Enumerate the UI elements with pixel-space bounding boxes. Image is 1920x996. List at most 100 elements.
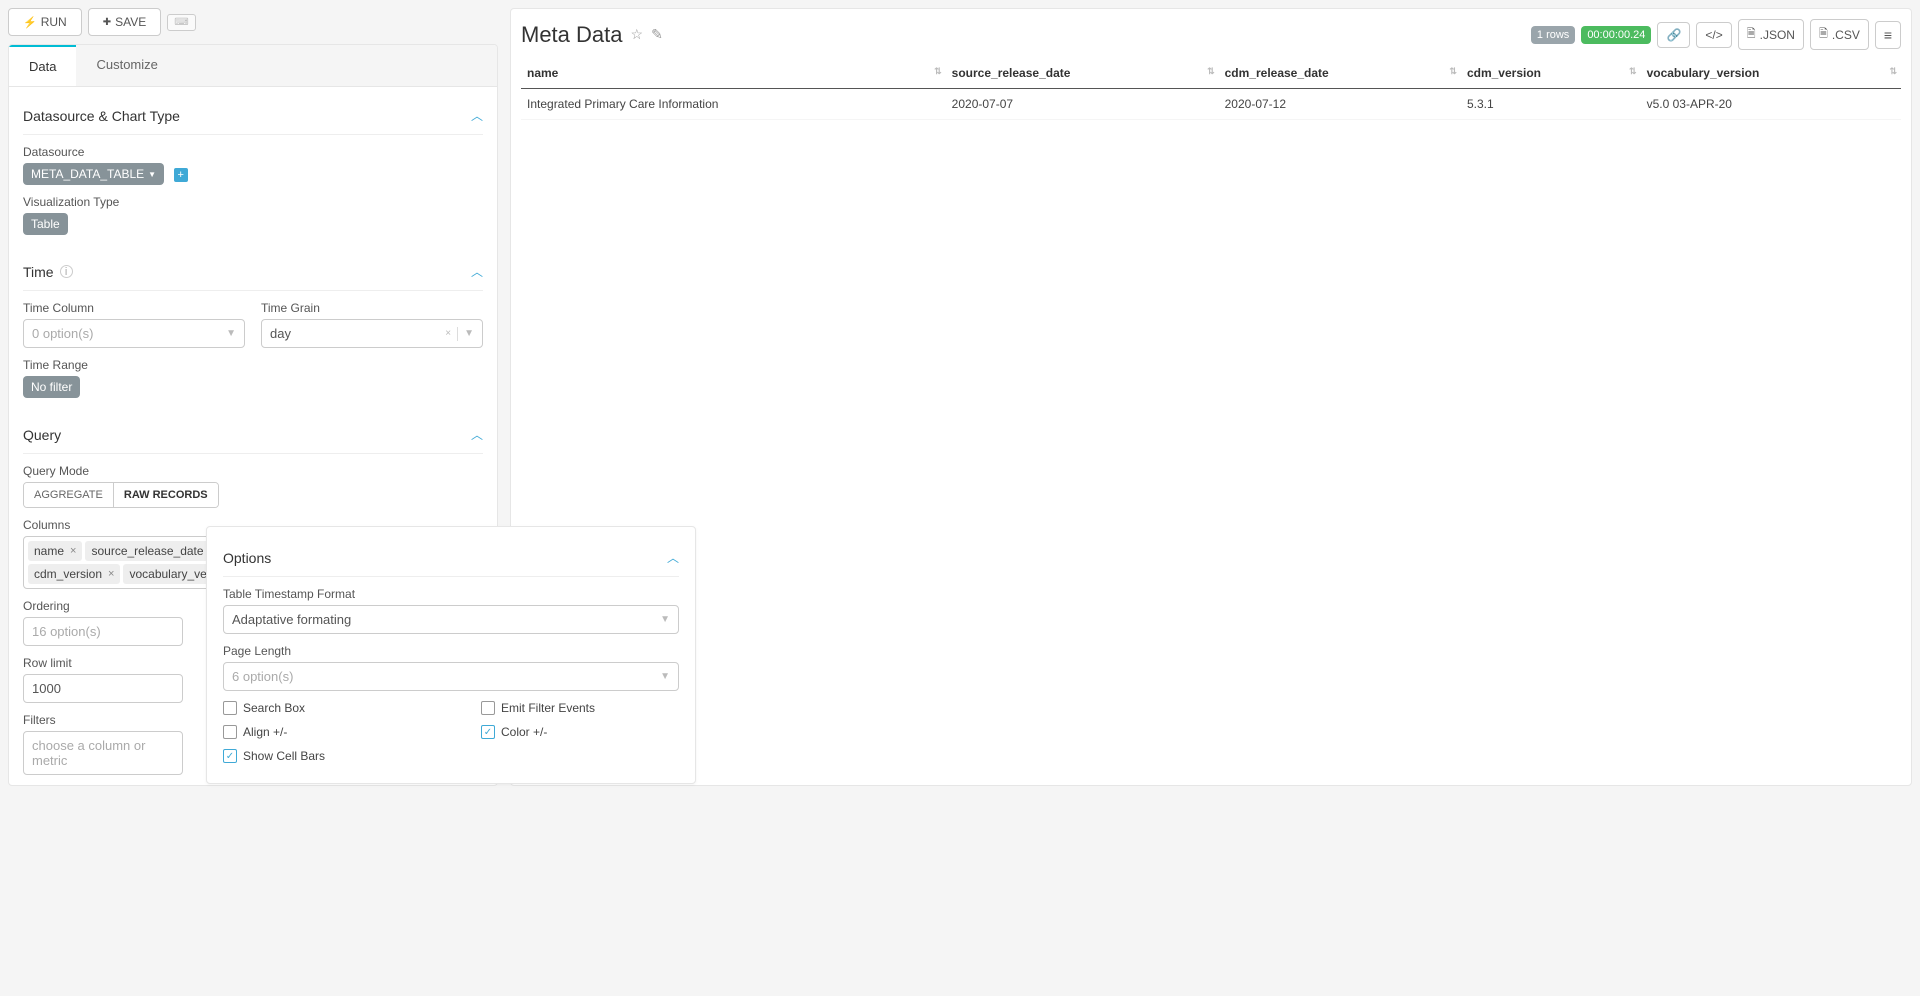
checkbox-align[interactable]: Align +/- [223, 725, 421, 739]
col-cdm-version[interactable]: cdm_version⇅ [1461, 58, 1641, 89]
export-json-button[interactable]: 🗎.JSON [1738, 19, 1804, 50]
checkbox-show-cell-bars[interactable]: Show Cell Bars [223, 749, 421, 763]
checkbox-icon [223, 749, 237, 763]
options-panel: Options ︿ Table Timestamp Format Adaptat… [206, 526, 696, 784]
export-csv-button[interactable]: 🗎.CSV [1810, 19, 1869, 50]
viz-type-label: Visualization Type [23, 195, 483, 209]
star-icon[interactable]: ☆ [631, 26, 644, 43]
checkbox-icon [223, 725, 237, 739]
section-datasource[interactable]: Datasource & Chart Type ︿ [23, 97, 483, 135]
ttf-select[interactable]: Adaptative formating ▼ [223, 605, 679, 634]
filters-select[interactable]: choose a column or metric [23, 731, 183, 775]
page-title: Meta Data [521, 22, 623, 48]
filters-placeholder: choose a column or metric [32, 738, 174, 768]
checkbox-color[interactable]: Color +/- [481, 725, 679, 739]
table-row: Integrated Primary Care Information 2020… [521, 89, 1901, 120]
embed-button[interactable]: </> [1696, 22, 1731, 48]
page-length-placeholder: 6 option(s) [232, 669, 293, 684]
query-mode-label: Query Mode [23, 464, 483, 478]
time-range-label: Time Range [23, 358, 483, 372]
edit-icon[interactable]: ✎ [651, 26, 663, 43]
column-tag[interactable]: name× [28, 541, 82, 561]
link-icon: 🔗 [1666, 28, 1681, 42]
time-column-placeholder: 0 option(s) [32, 326, 93, 341]
link-button[interactable]: 🔗 [1657, 22, 1690, 48]
close-icon[interactable]: × [108, 568, 114, 580]
time-column-select[interactable]: 0 option(s) ▼ [23, 319, 245, 348]
run-button[interactable]: RUN [8, 8, 82, 36]
section-time[interactable]: Time i ︿ [23, 253, 483, 291]
add-datasource-icon[interactable]: + [174, 168, 188, 182]
query-mode-raw[interactable]: RAW RECORDS [113, 483, 218, 507]
caret-down-icon: ▼ [660, 671, 670, 682]
chevron-up-icon: ︿ [471, 107, 483, 124]
time-column-label: Time Column [23, 301, 245, 315]
section-options-label: Options [223, 550, 271, 566]
checkbox-icon [481, 725, 495, 739]
sort-icon[interactable]: ⇅ [1207, 66, 1215, 77]
menu-button[interactable]: ≡ [1875, 21, 1901, 49]
caret-down-icon: ▼ [464, 328, 474, 339]
time-range-select[interactable]: No filter [23, 376, 80, 398]
info-icon[interactable]: i [60, 265, 73, 278]
section-query-label: Query [23, 427, 61, 443]
time-grain-label: Time Grain [261, 301, 483, 315]
rows-badge: 1 rows [1531, 26, 1575, 44]
time-badge: 00:00:00.24 [1581, 26, 1651, 44]
sort-icon[interactable]: ⇅ [934, 66, 942, 77]
caret-down-icon: ▼ [226, 328, 236, 339]
datasource-select[interactable]: META_DATA_TABLE ▼ [23, 163, 164, 185]
column-tag[interactable]: cdm_version× [28, 564, 120, 584]
file-icon: 🗎 [1747, 25, 1756, 44]
time-grain-value: day [270, 326, 291, 341]
checkbox-icon [481, 701, 495, 715]
code-icon: </> [1705, 28, 1722, 42]
time-grain-select[interactable]: day × ▼ [261, 319, 483, 348]
column-tag[interactable]: source_release_date× [85, 541, 222, 561]
section-options[interactable]: Options ︿ [223, 539, 679, 577]
caret-down-icon: ▼ [660, 614, 670, 625]
checkbox-icon [223, 701, 237, 715]
checkbox-search-box[interactable]: Search Box [223, 701, 421, 715]
ordering-placeholder: 16 option(s) [32, 624, 101, 639]
results-table: name⇅ source_release_date⇅ cdm_release_d… [521, 58, 1901, 120]
caret-down-icon: ▼ [148, 170, 156, 179]
section-datasource-label: Datasource & Chart Type [23, 108, 180, 124]
save-button[interactable]: SAVE [88, 8, 162, 36]
section-time-label: Time [23, 264, 54, 280]
col-cdm-release-date[interactable]: cdm_release_date⇅ [1219, 58, 1461, 89]
query-mode-aggregate[interactable]: AGGREGATE [24, 483, 113, 507]
datasource-value: META_DATA_TABLE [31, 167, 144, 181]
cell-cdm-version: 5.3.1 [1461, 89, 1641, 120]
cell-source-release-date: 2020-07-07 [946, 89, 1219, 120]
section-query[interactable]: Query ︿ [23, 416, 483, 454]
cell-cdm-release-date: 2020-07-12 [1219, 89, 1461, 120]
sort-icon[interactable]: ⇅ [1629, 66, 1637, 77]
tab-data[interactable]: Data [9, 45, 76, 86]
cell-name: Integrated Primary Care Information [521, 89, 946, 120]
page-length-label: Page Length [223, 644, 679, 658]
row-limit-input[interactable]: 1000 [23, 674, 183, 703]
ttf-label: Table Timestamp Format [223, 587, 679, 601]
col-name[interactable]: name⇅ [521, 58, 946, 89]
keyboard-shortcuts-icon[interactable]: ⌨ [167, 14, 195, 31]
cell-vocabulary-version: v5.0 03-APR-20 [1641, 89, 1901, 120]
chevron-up-icon: ︿ [667, 549, 679, 566]
ordering-select[interactable]: 16 option(s) [23, 617, 183, 646]
ttf-value: Adaptative formating [232, 612, 351, 627]
menu-icon: ≡ [1884, 27, 1892, 43]
row-limit-value: 1000 [32, 681, 61, 696]
chevron-up-icon: ︿ [471, 426, 483, 443]
col-vocabulary-version[interactable]: vocabulary_version⇅ [1641, 58, 1901, 89]
viz-type-select[interactable]: Table [23, 213, 68, 235]
clear-icon[interactable]: × [445, 328, 451, 339]
sort-icon[interactable]: ⇅ [1889, 66, 1897, 77]
col-source-release-date[interactable]: source_release_date⇅ [946, 58, 1219, 89]
chevron-up-icon: ︿ [471, 263, 483, 280]
checkbox-emit-filter-events[interactable]: Emit Filter Events [481, 701, 679, 715]
sort-icon[interactable]: ⇅ [1449, 66, 1457, 77]
file-icon: 🗎 [1819, 25, 1828, 44]
page-length-select[interactable]: 6 option(s) ▼ [223, 662, 679, 691]
close-icon[interactable]: × [70, 545, 76, 557]
tab-customize[interactable]: Customize [76, 45, 177, 86]
